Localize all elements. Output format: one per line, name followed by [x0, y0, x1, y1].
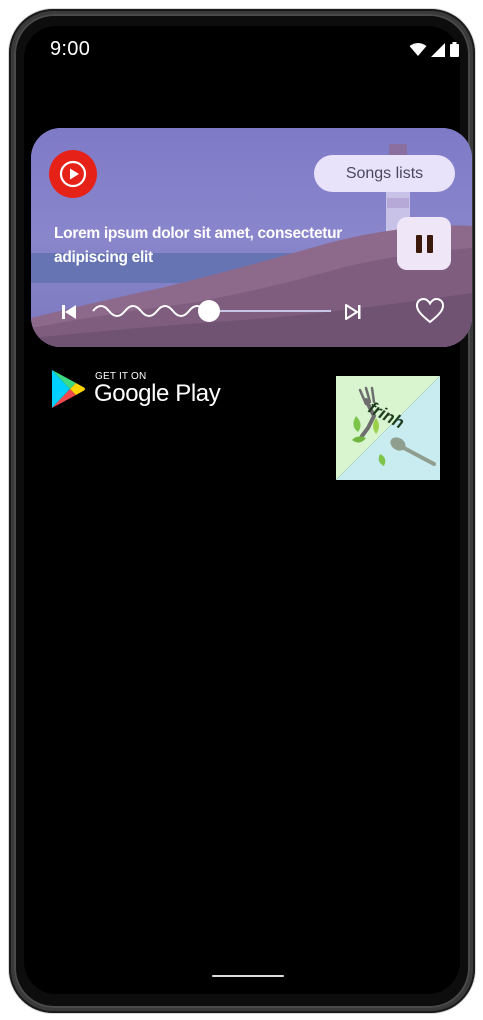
status-time: 9:00 — [50, 38, 91, 60]
home-indicator[interactable] — [212, 975, 284, 977]
music-player-card: Songs lists Lorem ipsum dolor sit amet, … — [31, 128, 472, 347]
frinh-logo[interactable]: frinh — [336, 376, 440, 480]
cell-signal-icon — [431, 42, 445, 57]
heart-icon[interactable] — [415, 297, 445, 325]
songs-list-button[interactable]: Songs lists — [314, 155, 455, 192]
pause-icon — [413, 234, 435, 253]
progress-thumb — [198, 300, 220, 322]
pause-button[interactable] — [397, 217, 451, 270]
google-play-logo-icon — [52, 370, 85, 408]
squiggly-progress-bar[interactable] — [91, 296, 336, 326]
youtube-music-button[interactable] — [49, 150, 97, 198]
youtube-music-icon — [59, 160, 87, 188]
status-icons — [409, 42, 459, 57]
battery-icon — [450, 42, 459, 57]
track-title: Lorem ipsum dolor sit amet, consectetur … — [54, 225, 343, 266]
previous-icon[interactable] — [61, 304, 77, 320]
next-icon[interactable] — [344, 304, 362, 320]
wifi-icon — [409, 42, 427, 56]
google-play-store-name: Google Play — [94, 380, 221, 407]
